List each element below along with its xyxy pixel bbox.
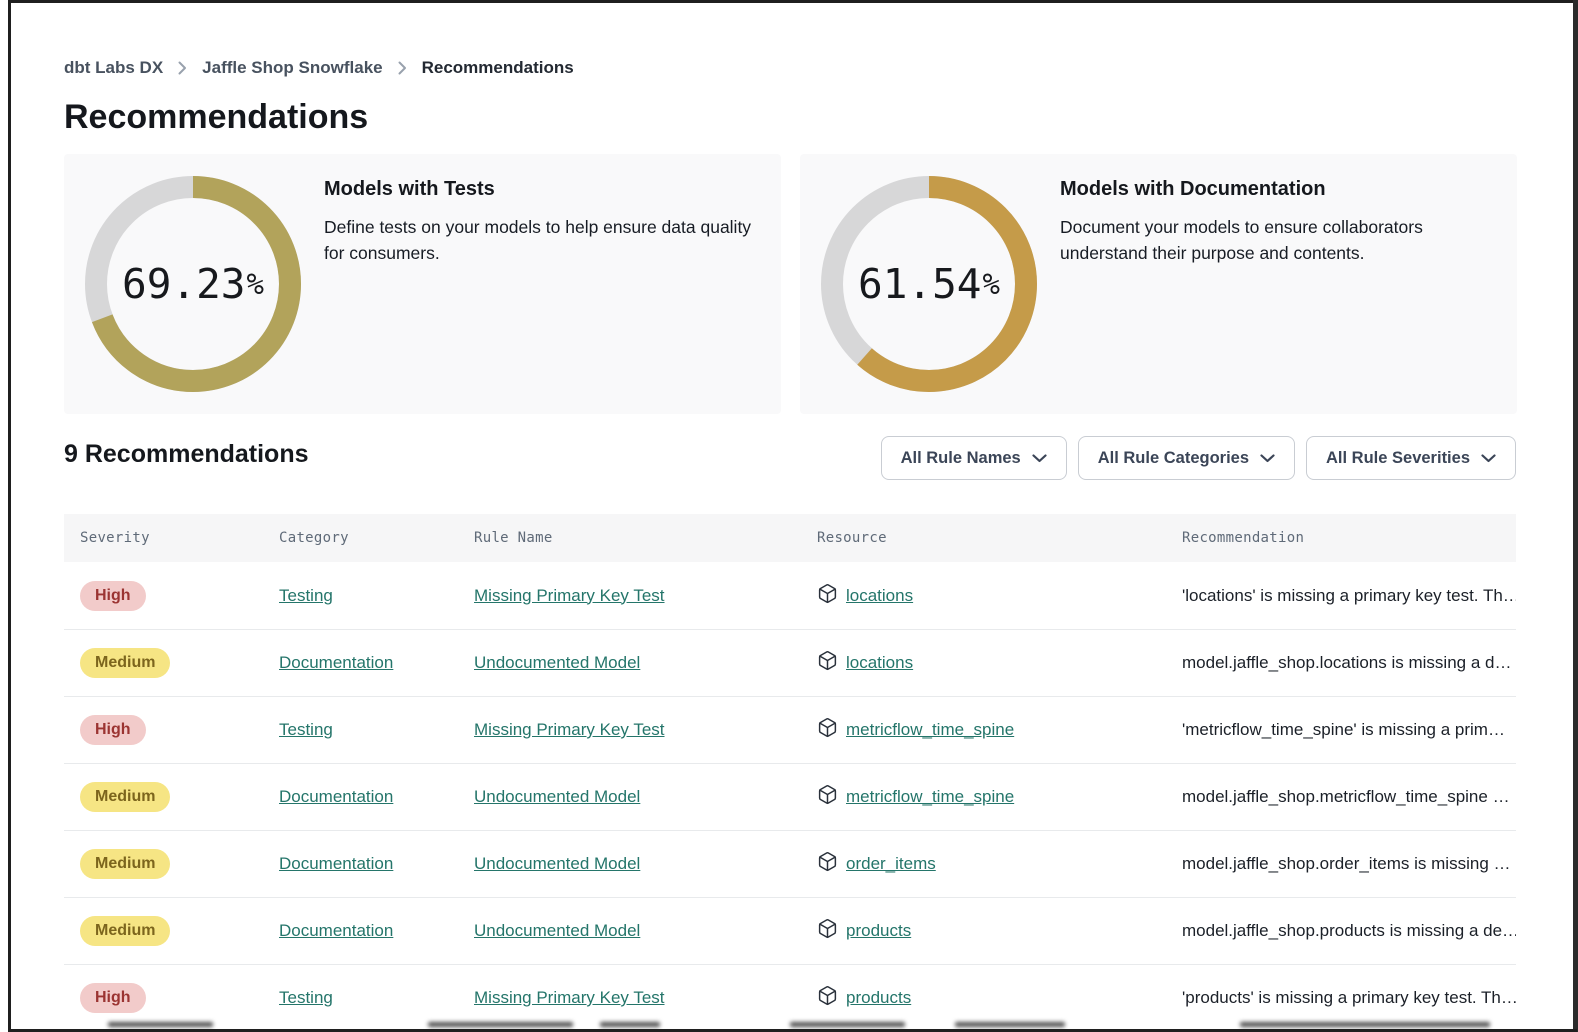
model-cube-icon — [817, 583, 838, 609]
table-row: High Testing Missing Primary Key Test pr… — [64, 964, 1516, 1029]
card-title: Models with Documentation — [1060, 178, 1530, 201]
resource-link[interactable]: locations — [846, 586, 913, 606]
page-title: Recommendations — [64, 98, 368, 137]
severity-badge: High — [80, 715, 146, 745]
table-row: Medium Documentation Undocumented Model … — [64, 629, 1516, 696]
column-header-category: Category — [263, 530, 458, 546]
severity-badge: Medium — [80, 849, 170, 879]
card-title: Models with Tests — [324, 178, 794, 201]
clipped-row-fragment — [1240, 1022, 1490, 1027]
models-with-documentation-percentage: 61.54% — [819, 174, 1039, 394]
rule-names-filter-dropdown[interactable]: All Rule Names — [881, 436, 1067, 480]
rule-name-link[interactable]: Missing Primary Key Test — [474, 988, 665, 1007]
category-link[interactable]: Documentation — [279, 854, 393, 873]
rule-name-link[interactable]: Undocumented Model — [474, 921, 640, 940]
recommendation-text: 'locations' is missing a primary key tes… — [1182, 586, 1516, 605]
category-link[interactable]: Testing — [279, 720, 333, 739]
resource-link[interactable]: products — [846, 988, 911, 1008]
card-description: Document your models to ensure collabora… — [1060, 214, 1508, 267]
models-with-documentation-card: 61.54% Models with Documentation Documen… — [800, 154, 1517, 414]
models-with-tests-donut-chart: 69.23% — [83, 174, 303, 394]
rule-categories-filter-dropdown[interactable]: All Rule Categories — [1078, 436, 1295, 480]
table-body: High Testing Missing Primary Key Test lo… — [64, 562, 1516, 1029]
recommendation-text: model.jaffle_shop.metricflow_time_spine … — [1182, 787, 1510, 806]
category-link[interactable]: Documentation — [279, 787, 393, 806]
resource-link[interactable]: locations — [846, 653, 913, 673]
model-cube-icon — [817, 717, 838, 743]
models-with-documentation-text: Models with Documentation Document your … — [1060, 178, 1530, 267]
category-link[interactable]: Testing — [279, 586, 333, 605]
clipped-row-fragment — [600, 1022, 660, 1027]
category-link[interactable]: Testing — [279, 988, 333, 1007]
model-cube-icon — [817, 985, 838, 1011]
severity-badge: High — [80, 983, 146, 1013]
recommendation-text: 'products' is missing a primary key test… — [1182, 988, 1516, 1007]
window-border-right — [1573, 0, 1578, 1032]
model-cube-icon — [817, 918, 838, 944]
breadcrumb-item-account[interactable]: dbt Labs DX — [64, 58, 163, 78]
column-header-severity: Severity — [64, 530, 263, 546]
rule-name-link[interactable]: Missing Primary Key Test — [474, 720, 665, 739]
table-row: Medium Documentation Undocumented Model … — [64, 897, 1516, 964]
rule-name-link[interactable]: Missing Primary Key Test — [474, 586, 665, 605]
chevron-down-icon — [1481, 449, 1496, 468]
chevron-down-icon — [1260, 449, 1275, 468]
resource-link[interactable]: metricflow_time_spine — [846, 787, 1014, 807]
column-header-recommendation: Recommendation — [1166, 530, 1516, 546]
recommendations-count-heading: 9 Recommendations — [64, 440, 309, 469]
column-header-rule-name: Rule Name — [458, 530, 801, 546]
table-row: High Testing Missing Primary Key Test lo… — [64, 562, 1516, 629]
recommendation-text: 'metricflow_time_spine' is missing a pri… — [1182, 720, 1505, 739]
rule-name-link[interactable]: Undocumented Model — [474, 653, 640, 672]
table-row: High Testing Missing Primary Key Test me… — [64, 696, 1516, 763]
recommendations-table: Severity Category Rule Name Resource Rec… — [64, 514, 1516, 1029]
clipped-row-fragment — [428, 1022, 573, 1027]
severity-badge: Medium — [80, 916, 170, 946]
chevron-right-icon — [398, 61, 407, 75]
recommendation-text: model.jaffle_shop.products is missing a … — [1182, 921, 1516, 940]
resource-link[interactable]: order_items — [846, 854, 936, 874]
breadcrumb-item-current: Recommendations — [422, 58, 574, 78]
window-border-left — [8, 0, 11, 1032]
models-with-documentation-donut-chart: 61.54% — [819, 174, 1039, 394]
table-row: Medium Documentation Undocumented Model … — [64, 830, 1516, 897]
recommendation-text: model.jaffle_shop.locations is missing a… — [1182, 653, 1511, 672]
models-with-tests-percentage: 69.23% — [83, 174, 303, 394]
table-header-row: Severity Category Rule Name Resource Rec… — [64, 514, 1516, 562]
severity-badge: Medium — [80, 782, 170, 812]
column-header-resource: Resource — [801, 530, 1166, 546]
table-row: Medium Documentation Undocumented Model … — [64, 763, 1516, 830]
recommendation-text: model.jaffle_shop.order_items is missing… — [1182, 854, 1511, 873]
rule-severities-filter-dropdown[interactable]: All Rule Severities — [1306, 436, 1516, 480]
models-with-tests-card: 69.23% Models with Tests Define tests on… — [64, 154, 781, 414]
model-cube-icon — [817, 851, 838, 877]
model-cube-icon — [817, 784, 838, 810]
category-link[interactable]: Documentation — [279, 921, 393, 940]
clipped-row-fragment — [790, 1022, 905, 1027]
resource-link[interactable]: products — [846, 921, 911, 941]
rule-name-link[interactable]: Undocumented Model — [474, 854, 640, 873]
chevron-down-icon — [1032, 449, 1047, 468]
severity-badge: High — [80, 581, 146, 611]
clipped-row-fragment — [108, 1022, 213, 1027]
window-border-top — [8, 0, 1577, 3]
filter-bar: All Rule Names All Rule Categories All R… — [881, 436, 1516, 480]
models-with-tests-text: Models with Tests Define tests on your m… — [324, 178, 794, 267]
chevron-right-icon — [178, 61, 187, 75]
severity-badge: Medium — [80, 648, 170, 678]
category-link[interactable]: Documentation — [279, 653, 393, 672]
clipped-row-fragment — [955, 1022, 1065, 1027]
rule-name-link[interactable]: Undocumented Model — [474, 787, 640, 806]
breadcrumb-item-project[interactable]: Jaffle Shop Snowflake — [202, 58, 382, 78]
resource-link[interactable]: metricflow_time_spine — [846, 720, 1014, 740]
breadcrumb: dbt Labs DX Jaffle Shop Snowflake Recomm… — [64, 58, 574, 78]
card-description: Define tests on your models to help ensu… — [324, 214, 772, 267]
model-cube-icon — [817, 650, 838, 676]
